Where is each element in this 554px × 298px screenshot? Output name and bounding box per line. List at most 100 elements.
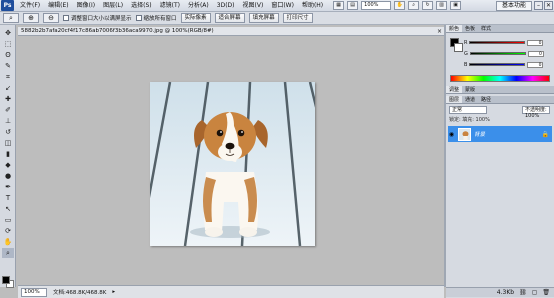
red-value-field[interactable]: 0 bbox=[527, 39, 544, 46]
blue-value-field[interactable]: 0 bbox=[527, 61, 544, 68]
tab-channels[interactable]: 通道 bbox=[462, 96, 478, 103]
dodge-tool-icon[interactable]: ● bbox=[2, 171, 14, 181]
tab-styles[interactable]: 样式 bbox=[478, 25, 494, 32]
lasso-tool-icon[interactable]: ʘ bbox=[2, 50, 14, 60]
slider-track[interactable] bbox=[469, 63, 526, 66]
blur-tool-icon[interactable]: ◆ bbox=[2, 160, 14, 170]
red-slider[interactable]: R 0 bbox=[464, 39, 550, 46]
layer-name[interactable]: 背景 bbox=[474, 130, 539, 138]
zoom-preset-icon[interactable]: ⌕ bbox=[3, 13, 19, 23]
close-icon[interactable]: × bbox=[437, 27, 442, 35]
tab-paths[interactable]: 路径 bbox=[478, 96, 494, 103]
gradient-tool-icon[interactable]: ▮ bbox=[2, 149, 14, 159]
3d-rotate-tool-icon[interactable]: ⟳ bbox=[2, 226, 14, 236]
menu-layer[interactable]: 图层(L) bbox=[99, 0, 127, 12]
color-panel-background-swatch[interactable] bbox=[454, 43, 463, 52]
healing-brush-tool-icon[interactable]: ✚ bbox=[2, 94, 14, 104]
menu-view[interactable]: 视图(V) bbox=[239, 0, 268, 12]
arrange-documents-icon[interactable]: ▥ bbox=[436, 1, 448, 10]
move-tool-icon[interactable]: ✥ bbox=[2, 28, 14, 38]
zoom-tool-icon[interactable]: ⌕ bbox=[408, 1, 420, 10]
fill-screen-button[interactable]: 填充屏幕 bbox=[248, 13, 279, 23]
slider-track[interactable] bbox=[469, 41, 526, 44]
slider-label: R bbox=[464, 39, 468, 46]
blue-slider[interactable]: B 0 bbox=[464, 61, 550, 68]
zoom-tool-icon[interactable]: ⌕ bbox=[2, 248, 14, 258]
menu-image[interactable]: 图像(I) bbox=[73, 0, 99, 12]
color-panel-tabs: 颜色 色板 样式 bbox=[446, 25, 554, 33]
bridge-icon[interactable]: ▦ bbox=[333, 1, 345, 10]
zoom-out-icon[interactable]: ⊖ bbox=[43, 13, 59, 23]
slider-label: G bbox=[464, 50, 468, 57]
zoom-all-windows-checkbox[interactable]: 缩放所有窗口 bbox=[135, 14, 177, 22]
document-size-info: 文档:468.8K/468.8K bbox=[53, 290, 107, 296]
history-brush-tool-icon[interactable]: ↺ bbox=[2, 127, 14, 137]
green-value-field[interactable]: 0 bbox=[527, 50, 544, 57]
tab-masks[interactable]: 蒙版 bbox=[462, 86, 478, 93]
footer-size-label: 4.3Kb bbox=[496, 289, 515, 296]
menu-help[interactable]: 帮助(H) bbox=[298, 0, 327, 12]
link-layers-icon[interactable]: ⛓ bbox=[519, 289, 527, 296]
menu-edit[interactable]: 编辑(E) bbox=[44, 0, 72, 12]
minibridge-icon[interactable]: ▤ bbox=[347, 1, 359, 10]
visibility-eye-icon[interactable]: ◉ bbox=[448, 131, 455, 138]
actual-pixels-button[interactable]: 实际像素 bbox=[180, 13, 211, 23]
menu-filter[interactable]: 滤镜(T) bbox=[156, 0, 184, 12]
rotate-view-icon[interactable]: ↻ bbox=[422, 1, 434, 10]
print-size-button[interactable]: 打印尺寸 bbox=[282, 13, 313, 23]
menu-analysis[interactable]: 分析(A) bbox=[184, 0, 213, 12]
toolbox: ✥ ⬚ ʘ ✎ ⌗ ↙ ✚ ✐ ⊥ ↺ ◫ ▮ ◆ ● ✒ T ↖ ▭ ⟳ ✋ … bbox=[0, 25, 16, 288]
path-select-tool-icon[interactable]: ↖ bbox=[2, 204, 14, 214]
eyedropper-tool-icon[interactable]: ↙ bbox=[2, 83, 14, 93]
green-slider[interactable]: G 0 bbox=[464, 50, 550, 57]
blend-mode-select[interactable]: 正常 bbox=[449, 106, 487, 114]
type-tool-icon[interactable]: T bbox=[2, 193, 14, 203]
menu-file[interactable]: 文件(F) bbox=[16, 0, 44, 12]
close-icon[interactable]: ✕ bbox=[544, 1, 553, 10]
menu-window[interactable]: 窗口(W) bbox=[267, 0, 298, 12]
crop-tool-icon[interactable]: ⌗ bbox=[2, 72, 14, 82]
lock-fill-row[interactable]: 锁定: 填充: 100% bbox=[449, 116, 551, 124]
layer-row-background[interactable]: ◉ 背景 🔒 bbox=[448, 126, 552, 142]
slider-track[interactable] bbox=[469, 52, 526, 55]
minimize-icon[interactable]: – bbox=[534, 1, 543, 10]
zoom-level-field[interactable]: 100% bbox=[361, 1, 392, 10]
resize-windows-checkbox[interactable]: 调整窗口大小以满屏显示 bbox=[63, 14, 132, 22]
right-panel-dock: 颜色 色板 样式 R 0 G 0 B 0 调整 蒙版 图层 通道 路径 正常 不… bbox=[446, 25, 554, 298]
checkbox-box[interactable] bbox=[135, 15, 142, 21]
quick-select-tool-icon[interactable]: ✎ bbox=[2, 61, 14, 71]
fit-screen-button[interactable]: 适合屏幕 bbox=[214, 13, 245, 23]
new-layer-icon[interactable]: ▢ bbox=[532, 289, 538, 296]
pen-tool-icon[interactable]: ✒ bbox=[2, 182, 14, 192]
opacity-field[interactable]: 不透明度: 100% bbox=[522, 106, 550, 119]
brush-tool-icon[interactable]: ✐ bbox=[2, 105, 14, 115]
adjustments-panel-tabs: 调整 蒙版 bbox=[446, 86, 554, 94]
checkbox-box[interactable] bbox=[63, 15, 69, 21]
canvas-area[interactable] bbox=[18, 36, 444, 285]
workspace-switcher[interactable]: 基本功能 bbox=[495, 1, 532, 11]
hand-tool-icon[interactable]: ✋ bbox=[2, 237, 14, 247]
shape-tool-icon[interactable]: ▭ bbox=[2, 215, 14, 225]
menu-quick-tools: ▦ ▤ 100% ✋ ⌕ ↻ ▥ ▣ bbox=[333, 1, 462, 10]
app-logo: Ps bbox=[1, 0, 14, 11]
document-tab[interactable]: 5882b2b7afa20cf4f17c86ab7006f3b36aca9970… bbox=[18, 27, 444, 36]
menu-select[interactable]: 选择(S) bbox=[127, 0, 156, 12]
layer-thumbnail bbox=[458, 127, 471, 141]
eraser-tool-icon[interactable]: ◫ bbox=[2, 138, 14, 148]
status-menu-arrow-icon[interactable]: ▸ bbox=[112, 289, 115, 295]
screen-mode-icon[interactable]: ▣ bbox=[450, 1, 462, 10]
tab-color[interactable]: 颜色 bbox=[446, 25, 463, 32]
tab-layers[interactable]: 图层 bbox=[446, 96, 463, 103]
status-zoom-field[interactable]: 100% bbox=[21, 287, 47, 297]
marquee-tool-icon[interactable]: ⬚ bbox=[2, 39, 14, 49]
foreground-color-swatch[interactable] bbox=[2, 276, 10, 284]
options-bar: ⌕ ⊕ ⊖ 调整窗口大小以满屏显示 缩放所有窗口 实际像素 适合屏幕 填充屏幕 … bbox=[0, 12, 554, 25]
delete-layer-icon[interactable]: 🗑 bbox=[542, 289, 550, 296]
zoom-in-icon[interactable]: ⊕ bbox=[23, 13, 39, 23]
tab-swatches[interactable]: 色板 bbox=[462, 25, 478, 32]
hand-tool-icon[interactable]: ✋ bbox=[394, 1, 406, 10]
tab-adjustments[interactable]: 调整 bbox=[446, 86, 463, 93]
color-spectrum-ramp[interactable] bbox=[450, 75, 550, 82]
clone-stamp-tool-icon[interactable]: ⊥ bbox=[2, 116, 14, 126]
menu-3d[interactable]: 3D(D) bbox=[213, 0, 239, 12]
